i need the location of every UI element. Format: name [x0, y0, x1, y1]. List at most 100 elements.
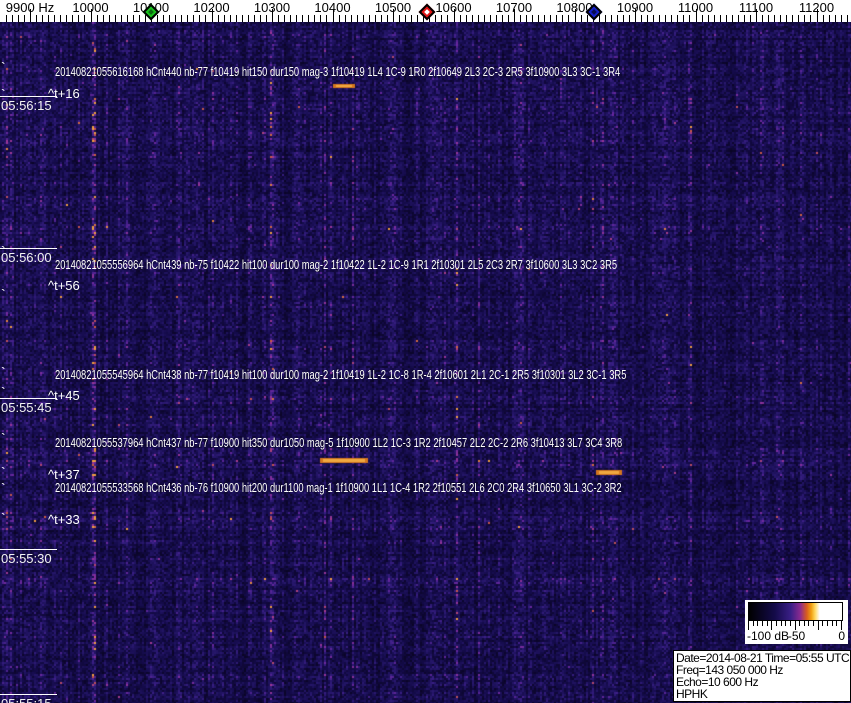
- marker-diamond-red[interactable]: [418, 3, 436, 21]
- freq-minor-tick: [247, 15, 249, 22]
- time-label-055515: 05:55:15: [1, 696, 52, 703]
- freq-minor-tick: [435, 15, 437, 22]
- colorbar-max-label: 0: [838, 629, 845, 643]
- freq-label-11000: 11000: [677, 0, 714, 15]
- freq-minor-tick: [5, 15, 7, 22]
- freq-minor-tick: [302, 15, 304, 22]
- freq-minor-tick: [532, 15, 534, 22]
- time-label-055600: 05:56:00: [1, 250, 52, 265]
- marker-diamond-red-center-dot: [424, 9, 430, 15]
- freq-minor-tick: [102, 15, 104, 22]
- event-detection-line-1: 20140821055616168 hCnt440 nb-77 f10419 h…: [55, 64, 621, 79]
- freq-minor-tick: [483, 15, 485, 22]
- freq-minor-tick: [217, 15, 219, 22]
- freq-label-10600: 10600: [435, 0, 472, 15]
- freq-minor-tick: [374, 15, 376, 22]
- colorbar-tick: [775, 621, 777, 626]
- freq-minor-tick: [235, 15, 237, 22]
- freq-minor-tick: [562, 15, 564, 22]
- freq-minor-tick: [647, 15, 649, 22]
- freq-minor-tick: [834, 15, 836, 22]
- freq-minor-tick: [169, 15, 171, 22]
- freq-minor-tick: [72, 15, 74, 22]
- freq-minor-tick: [550, 15, 552, 22]
- freq-minor-tick: [471, 15, 473, 22]
- event-detection-line-5: 20140821055533568 hCnt436 nb-76 f10900 h…: [55, 480, 622, 495]
- freq-minor-tick: [556, 15, 558, 22]
- freq-minor-tick: [181, 15, 183, 22]
- freq-minor-tick: [132, 15, 134, 22]
- event-time-offset-5: ^t+33: [48, 512, 80, 527]
- freq-minor-tick: [163, 15, 165, 22]
- freq-minor-tick: [229, 15, 231, 22]
- freq-minor-tick: [278, 15, 280, 22]
- colorbar-tick: [813, 621, 815, 626]
- colorbar-mid-label: -50: [787, 629, 806, 643]
- colorbar-tick: [799, 621, 801, 626]
- freq-minor-tick: [36, 15, 38, 22]
- spectrum-lab-window: 9900 Hz100001010010200103001040010500106…: [0, 0, 851, 703]
- freq-minor-tick: [610, 15, 612, 22]
- edge-tick-mark: `: [1, 243, 6, 259]
- freq-minor-tick: [683, 15, 685, 22]
- freq-minor-tick: [84, 15, 86, 22]
- time-tick-line: [0, 248, 57, 249]
- freq-minor-tick: [386, 15, 388, 22]
- frequency-axis: 9900 Hz100001010010200103001040010500106…: [0, 0, 851, 22]
- freq-minor-tick: [441, 15, 443, 22]
- status-info-box: Date=2014-08-21 Time=05:55 UTC Freq=143 …: [673, 650, 851, 702]
- edge-tick-mark: `: [1, 480, 6, 496]
- freq-minor-tick: [465, 15, 467, 22]
- freq-label-9900: 9900 Hz: [5, 0, 55, 15]
- freq-minor-tick: [368, 15, 370, 22]
- freq-minor-tick: [380, 15, 382, 22]
- freq-minor-tick: [743, 15, 745, 22]
- freq-minor-tick: [568, 15, 570, 22]
- freq-minor-tick: [48, 15, 50, 22]
- freq-minor-tick: [713, 15, 715, 22]
- freq-minor-tick: [459, 15, 461, 22]
- freq-minor-tick: [199, 15, 201, 22]
- marker-diamond-green-center-dot: [148, 9, 154, 15]
- freq-minor-tick: [326, 15, 328, 22]
- freq-minor-tick: [725, 15, 727, 22]
- edge-tick-mark: `: [1, 384, 6, 400]
- freq-minor-tick: [701, 15, 703, 22]
- freq-minor-tick: [792, 15, 794, 22]
- freq-minor-tick: [846, 15, 848, 22]
- freq-minor-tick: [495, 15, 497, 22]
- freq-minor-tick: [677, 15, 679, 22]
- time-tick-line: [0, 96, 57, 97]
- edge-tick-mark: `: [1, 59, 6, 75]
- freq-minor-tick: [598, 15, 600, 22]
- edge-tick-mark: `: [1, 286, 6, 302]
- freq-minor-tick: [477, 15, 479, 22]
- event-time-offset-2: ^t+56: [48, 278, 80, 293]
- freq-minor-tick: [828, 15, 830, 22]
- freq-minor-tick: [157, 15, 159, 22]
- colorbar-labels: -100 dB -50 0: [745, 629, 848, 644]
- event-time-offset-1: ^t+16: [48, 86, 80, 101]
- freq-minor-tick: [78, 15, 80, 22]
- freq-minor-tick: [120, 15, 122, 22]
- freq-minor-tick: [411, 15, 413, 22]
- colorbar-tick: [761, 621, 763, 626]
- freq-minor-tick: [356, 15, 358, 22]
- marker-diamond-blue-center-dot: [591, 9, 597, 15]
- edge-tick-mark: `: [1, 510, 6, 526]
- colorbar-tick: [827, 621, 829, 626]
- event-time-offset-3: ^t+45: [48, 388, 80, 403]
- freq-minor-tick: [54, 15, 56, 22]
- freq-minor-tick: [187, 15, 189, 22]
- freq-minor-tick: [628, 15, 630, 22]
- freq-label-10300: 10300: [253, 0, 291, 15]
- freq-minor-tick: [308, 15, 310, 22]
- time-tick-line: [0, 549, 57, 550]
- freq-minor-tick: [659, 15, 661, 22]
- colorbar-tick: [831, 621, 833, 626]
- freq-minor-tick: [489, 15, 491, 22]
- freq-minor-tick: [338, 15, 340, 22]
- colorbar-tick: [757, 621, 759, 626]
- freq-minor-tick: [126, 15, 128, 22]
- freq-minor-tick: [653, 15, 655, 22]
